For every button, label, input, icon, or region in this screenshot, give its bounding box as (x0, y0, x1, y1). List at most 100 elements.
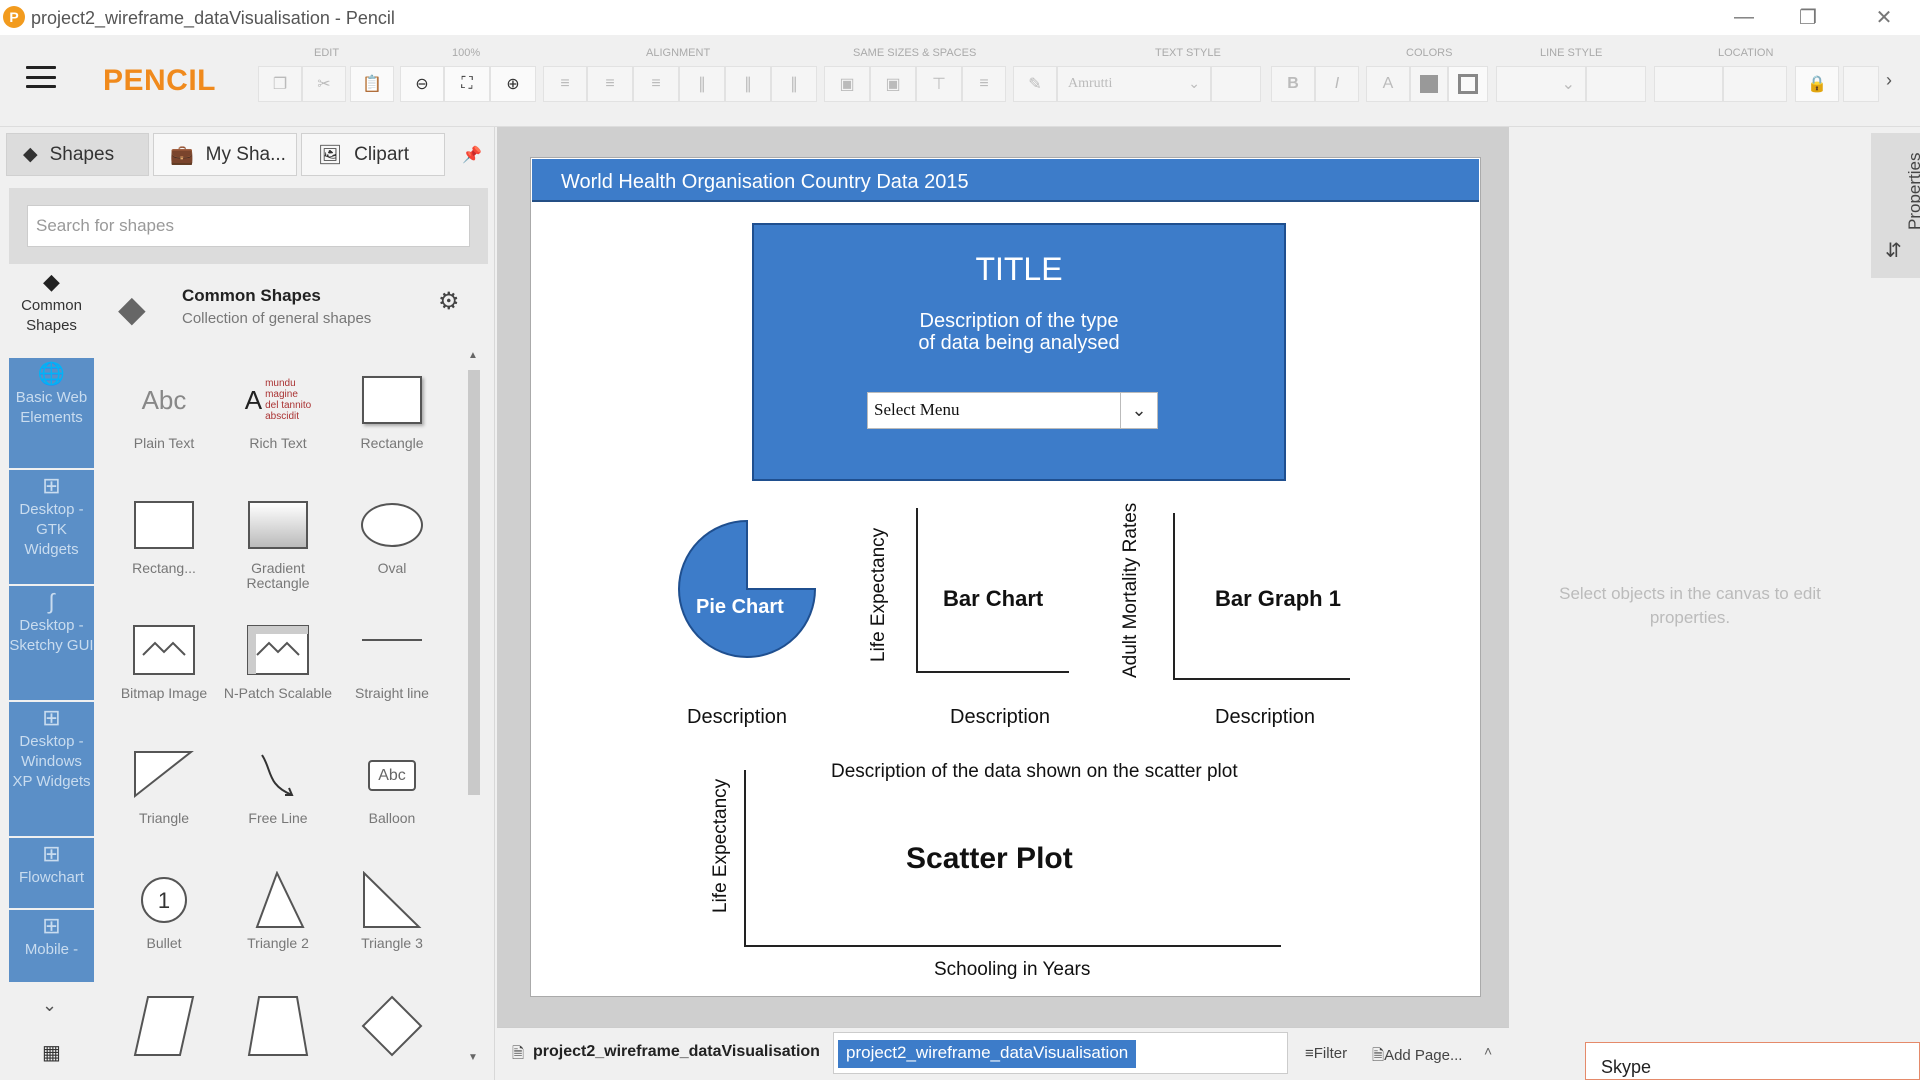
shape-label: Bitmap Image (120, 685, 208, 701)
tab-shapes[interactable]: ◆ Shapes (6, 133, 149, 176)
add-page-icon: 🗎 (1372, 1047, 1385, 1064)
shape-rich-text[interactable]: Amundu magine del tannito abscidit Rich Text (223, 364, 333, 451)
shape-npatch[interactable]: N-Patch Scalable (223, 614, 333, 701)
same-width-icon[interactable]: ▣ (824, 66, 870, 102)
bar-chart-label[interactable]: Bar Chart (943, 586, 1043, 612)
collection-label: Basic Web Elements (15, 389, 88, 426)
free-line-thumb (223, 739, 333, 811)
font-select[interactable]: Amrutti ⌄ (1057, 66, 1211, 102)
shape-plain-text[interactable]: Abc Plain Text (109, 364, 219, 451)
shape-triangle-3[interactable]: Triangle 3 (337, 864, 447, 951)
shape-oval[interactable]: Oval (337, 489, 447, 576)
shape-straight-line[interactable]: Straight line (337, 614, 447, 701)
shape-balloon[interactable]: Abc Balloon (337, 739, 447, 826)
shape-triangle-2[interactable]: Triangle 2 (223, 864, 333, 951)
align-right-icon[interactable]: ≡ (633, 66, 679, 102)
title-text[interactable]: TITLE (752, 251, 1286, 288)
search-input[interactable] (27, 205, 470, 247)
line-width-input[interactable] (1586, 66, 1646, 102)
space-vertical-icon[interactable]: ≡ (962, 66, 1006, 102)
toolbar-more-icon[interactable]: › (1886, 70, 1892, 91)
shape-bitmap-image[interactable]: Bitmap Image (109, 614, 219, 701)
paste-icon[interactable]: 📋 (350, 66, 394, 102)
hamburger-menu-icon[interactable] (24, 64, 58, 90)
shape-label: Triangle 2 (247, 935, 309, 951)
page-tab[interactable]: project2_wireframe_dataVisualisation (533, 1043, 820, 1061)
scatter-label[interactable]: Scatter Plot (906, 842, 1073, 876)
filter-button[interactable]: ≡Filter (1305, 1045, 1347, 1062)
pie-chart-shape[interactable] (676, 518, 818, 660)
shape-bullet[interactable]: 1 Bullet (109, 864, 219, 951)
collection-desktop-sketchy[interactable]: ∫ Desktop - Sketchy GUI (9, 586, 94, 700)
shape-trapezoid[interactable] (223, 995, 333, 1065)
pie-description[interactable]: Description (687, 706, 787, 729)
shape-rectangle[interactable]: Rectangle (337, 364, 447, 451)
skype-notification[interactable]: Skype (1585, 1042, 1920, 1080)
collection-mobile[interactable]: ⊞ Mobile - (9, 910, 94, 982)
collection-common-shapes[interactable]: ◆ Common Shapes (9, 270, 94, 358)
lock-icon[interactable]: 🔒 (1795, 66, 1839, 102)
bar-graph-label[interactable]: Bar Graph 1 (1215, 586, 1341, 612)
shape-free-line[interactable]: Free Line (223, 739, 333, 826)
shape-gradient-rectangle[interactable]: Gradient Rectangle (223, 489, 333, 591)
shape-rectangle-2[interactable]: Rectang... (109, 489, 219, 576)
page-header-text[interactable]: World Health Organisation Country Data 2… (561, 171, 969, 194)
align-top-icon[interactable]: ∥ (679, 66, 725, 102)
shape-parallelogram[interactable] (109, 995, 219, 1065)
line-style-select[interactable]: ⌄ (1496, 66, 1586, 102)
pin-icon[interactable]: 📌 (462, 145, 482, 165)
collection-desktop-gtk[interactable]: ⊞ Desktop - GTK Widgets (9, 470, 94, 584)
minimize-button[interactable]: — (1712, 0, 1776, 35)
bar-chart-description[interactable]: Description (950, 706, 1050, 729)
bar-graph-description[interactable]: Description (1215, 706, 1315, 729)
shape-triangle[interactable]: Triangle (109, 739, 219, 826)
space-horizontal-icon[interactable]: ⊤ (916, 66, 962, 102)
apps-grid-icon[interactable]: ▦ (42, 1040, 61, 1065)
collection-basic-web-elements[interactable]: 🌐 Basic Web Elements (9, 358, 94, 468)
chevron-down-icon[interactable]: ⌄ (1120, 393, 1157, 428)
tab-my-shapes[interactable]: 💼 My Sha... (153, 133, 297, 176)
format-painter-icon[interactable]: ✎ (1013, 66, 1057, 102)
chevron-up-icon[interactable]: ˄ (1484, 1043, 1492, 1059)
text-color-icon[interactable]: A (1366, 66, 1410, 102)
gear-icon[interactable]: ⚙ (438, 287, 460, 316)
align-center-icon[interactable]: ≡ (587, 66, 633, 102)
cut-icon[interactable]: ✂ (302, 66, 346, 102)
shapes-scrollbar-thumb[interactable] (468, 370, 480, 795)
chevron-down-icon[interactable]: ⌄ (42, 995, 57, 1016)
location-y-input[interactable] (1723, 66, 1787, 102)
bar-chart-ylabel[interactable]: Life Expectancy (868, 528, 890, 662)
pie-chart-label[interactable]: Pie Chart (696, 596, 784, 619)
collection-flowchart[interactable]: ⊞ Flowchart (9, 838, 94, 908)
scroll-down-icon[interactable]: ▼ (468, 1052, 478, 1063)
same-height-icon[interactable]: ▣ (870, 66, 916, 102)
fit-screen-icon[interactable]: ⛶ (444, 66, 490, 102)
shape-diamond[interactable] (337, 995, 447, 1065)
copy-icon[interactable]: ❐ (258, 66, 302, 102)
zoom-in-icon[interactable]: ⊕ (490, 66, 536, 102)
add-page-button[interactable]: 🗎Add Page... (1372, 1045, 1462, 1070)
bold-icon[interactable]: B (1271, 66, 1315, 102)
font-size-input[interactable] (1211, 66, 1261, 102)
collection-desktop-winxp[interactable]: ⊞ Desktop - Windows XP Widgets (9, 702, 94, 836)
align-left-icon[interactable]: ≡ (543, 66, 587, 102)
tab-clipart[interactable]: 🖼 Clipart (301, 133, 445, 176)
align-middle-icon[interactable]: ∥ (725, 66, 771, 102)
close-button[interactable]: ✕ (1852, 0, 1916, 35)
page-name-selected-text[interactable]: project2_wireframe_dataVisualisation (838, 1040, 1137, 1068)
location-x-input[interactable] (1654, 66, 1723, 102)
zoom-out-icon[interactable]: ⊖ (400, 66, 444, 102)
fill-color-icon[interactable] (1410, 66, 1448, 102)
stroke-color-icon[interactable] (1448, 66, 1488, 102)
width-input[interactable] (1843, 66, 1879, 102)
title-description-line: of data being analysed (918, 332, 1120, 354)
scatter-xlabel[interactable]: Schooling in Years (934, 959, 1090, 981)
restore-button[interactable]: ❐ (1776, 0, 1840, 35)
align-bottom-icon[interactable]: ∥ (771, 66, 817, 102)
italic-icon[interactable]: I (1315, 66, 1359, 102)
scroll-up-icon[interactable]: ▲ (468, 350, 478, 361)
title-description[interactable]: Description of the type of data being ana… (752, 310, 1286, 354)
scatter-ylabel[interactable]: Life Expectancy (710, 779, 732, 913)
rectangle-thumb (109, 489, 219, 561)
bar-graph-ylabel[interactable]: Adult Mortality Rates (1120, 503, 1142, 678)
